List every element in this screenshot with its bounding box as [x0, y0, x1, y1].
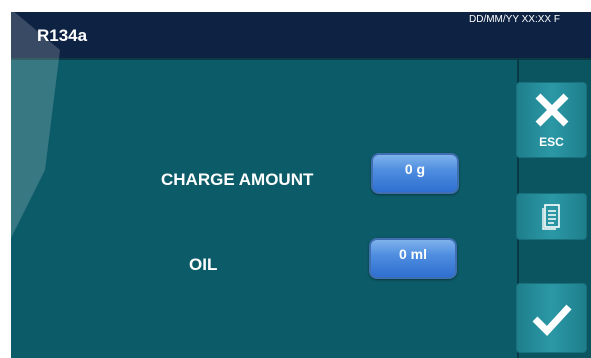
charge-amount-value: 0 g [404, 161, 426, 177]
charge-amount-button[interactable]: 0 g [371, 153, 459, 194]
esc-button[interactable]: ESC [516, 82, 587, 158]
header-divider [11, 58, 591, 60]
app-screen: R134a DD/MM/YY XX:XX F CHARGE AMOUNT OIL [11, 12, 591, 358]
document-button[interactable] [516, 193, 587, 240]
app-title: R134a [37, 26, 88, 45]
charge-amount-label: CHARGE AMOUNT [161, 170, 314, 189]
close-icon [535, 93, 569, 127]
oil-amount-button[interactable]: 0 ml [369, 238, 457, 279]
check-icon [532, 304, 572, 337]
oil-amount-value: 0 ml [398, 246, 427, 262]
esc-label: ESC [539, 135, 564, 149]
header-bar: R134a DD/MM/YY XX:XX F [11, 12, 591, 58]
datetime-display: DD/MM/YY XX:XX F [469, 14, 560, 25]
oil-label: OIL [189, 255, 218, 274]
document-icon [542, 204, 560, 230]
confirm-button[interactable] [516, 283, 587, 353]
